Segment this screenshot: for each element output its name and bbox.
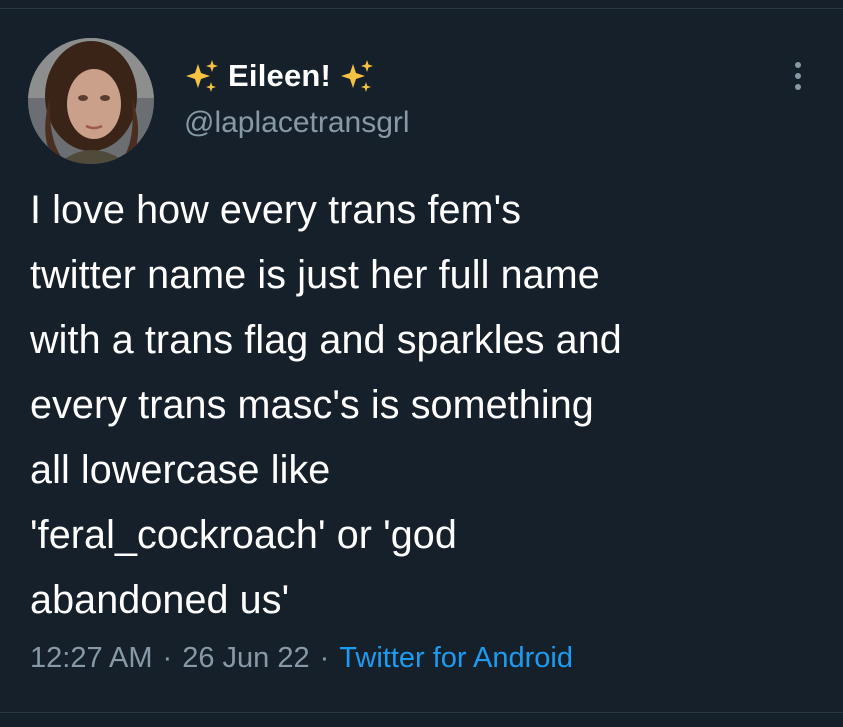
sparkles-icon xyxy=(184,58,220,94)
tweet-source-link[interactable]: Twitter for Android xyxy=(339,642,573,675)
meta-separator: · xyxy=(319,642,330,674)
avatar-image xyxy=(28,38,154,164)
display-name[interactable]: Eileen! xyxy=(228,58,331,94)
avatar[interactable] xyxy=(28,38,154,164)
tweet-time[interactable]: 12:27 AM xyxy=(30,642,153,675)
author-name-row[interactable]: Eileen! xyxy=(184,54,375,98)
more-vertical-icon xyxy=(795,84,801,90)
author-handle[interactable]: @laplacetransgrl xyxy=(184,106,410,140)
meta-separator: · xyxy=(162,642,173,674)
top-divider xyxy=(0,0,843,9)
tweet-text: I love how every trans fem's twitter nam… xyxy=(30,188,622,622)
more-options-button[interactable] xyxy=(780,56,816,96)
bottom-divider xyxy=(0,712,843,713)
more-vertical-icon xyxy=(795,73,801,79)
sparkles-icon xyxy=(339,58,375,94)
tweet-date[interactable]: 26 Jun 22 xyxy=(182,642,309,675)
more-vertical-icon xyxy=(795,62,801,68)
tweet-meta: 12:27 AM · 26 Jun 22 · Twitter for Andro… xyxy=(30,642,573,675)
